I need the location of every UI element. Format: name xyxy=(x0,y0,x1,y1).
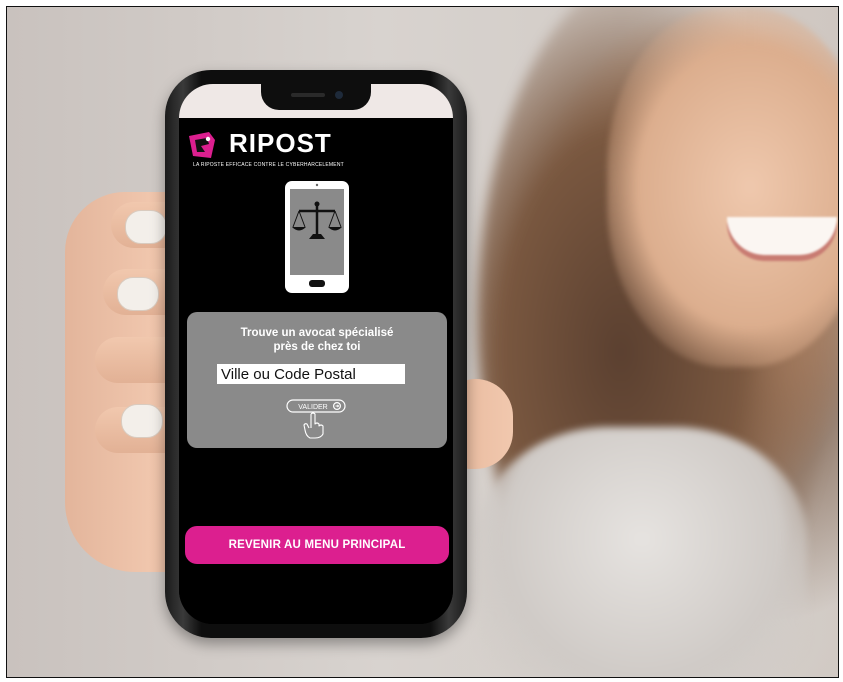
speaker-icon xyxy=(291,93,325,97)
background-face xyxy=(607,7,838,367)
lawyer-search-panel: Trouve un avocat spécialisé près de chez… xyxy=(187,312,447,448)
fingernail xyxy=(125,210,167,244)
app-tagline: LA RIPOSTE EFFICACE CONTRE LE CYBERHARCE… xyxy=(193,162,344,168)
city-or-postcode-input[interactable] xyxy=(217,364,405,384)
fingernail xyxy=(121,404,163,438)
ripost-logo-icon xyxy=(189,132,215,158)
smartphone: RIPOST LA RIPOSTE EFFICACE CONTRE LE CYB… xyxy=(165,70,467,638)
app-brand: RIPOST xyxy=(229,128,332,158)
background-shirt xyxy=(477,427,807,677)
home-bar xyxy=(179,576,453,624)
lawyer-search-title-line1: Trouve un avocat spécialisé xyxy=(240,327,394,339)
phone-notch xyxy=(261,84,371,110)
fingernail xyxy=(117,277,159,311)
validate-label: VALIDER xyxy=(298,404,327,411)
phone-scales-icon xyxy=(285,181,349,293)
phone-screen: RIPOST LA RIPOSTE EFFICACE CONTRE LE CYB… xyxy=(179,84,453,624)
validate-hand-icon: VALIDER xyxy=(286,399,346,439)
photo-frame: RIPOST LA RIPOSTE EFFICACE CONTRE LE CYB… xyxy=(6,6,839,678)
validate-button[interactable]: VALIDER xyxy=(283,396,353,440)
lawyer-search-title: Trouve un avocat spécialisé près de chez… xyxy=(187,326,447,354)
camera-icon xyxy=(335,91,343,99)
back-to-main-menu-button[interactable]: REVENIR AU MENU PRINCIPAL xyxy=(185,526,449,564)
lawyer-search-title-line2: près de chez toi xyxy=(273,341,361,353)
